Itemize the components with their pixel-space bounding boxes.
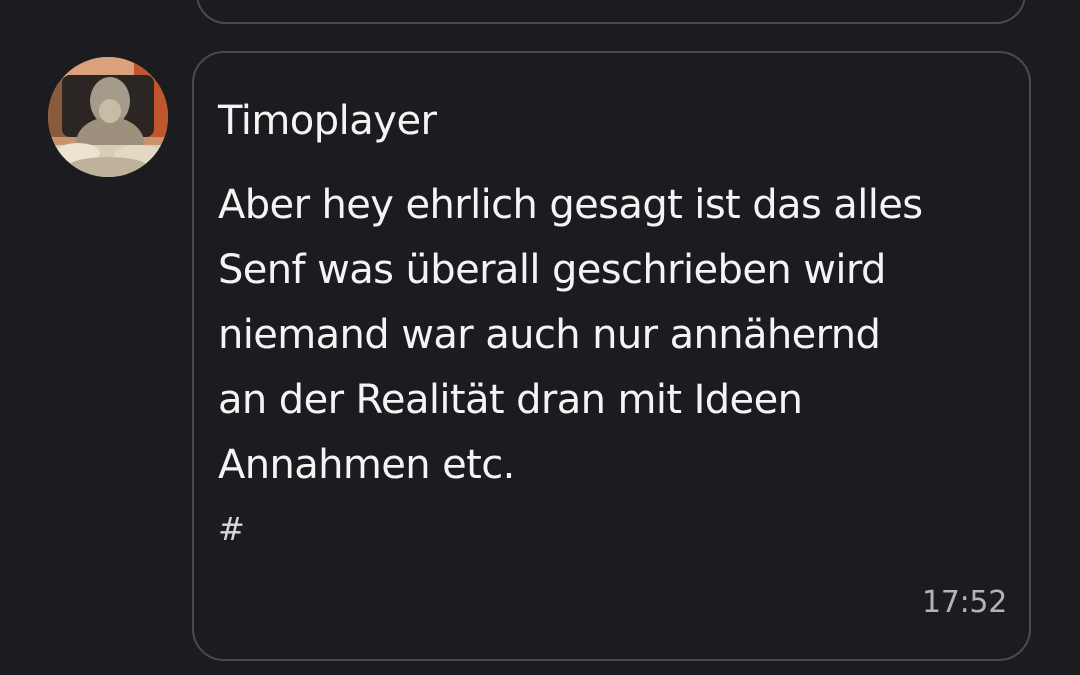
- message-text: Aber hey ehrlich gesagt ist das alles Se…: [218, 173, 1018, 498]
- previous-message-bubble[interactable]: [196, 0, 1026, 24]
- hashtag-symbol[interactable]: #: [218, 509, 245, 549]
- message-line: Annahmen etc.: [218, 442, 515, 488]
- message-line: Aber hey ehrlich gesagt ist das alles: [218, 182, 923, 228]
- message-line: an der Realität dran mit Ideen: [218, 377, 803, 423]
- message-line: niemand war auch nur annähernd: [218, 312, 881, 358]
- avatar-image: [48, 57, 168, 177]
- message-bubble[interactable]: Timoplayer Aber hey ehrlich gesagt ist d…: [192, 51, 1031, 661]
- message-line: Senf was überall geschrieben wird: [218, 247, 886, 293]
- message-timestamp: 17:52: [922, 585, 1007, 620]
- avatar[interactable]: [48, 57, 168, 177]
- message-author[interactable]: Timoplayer: [218, 95, 437, 147]
